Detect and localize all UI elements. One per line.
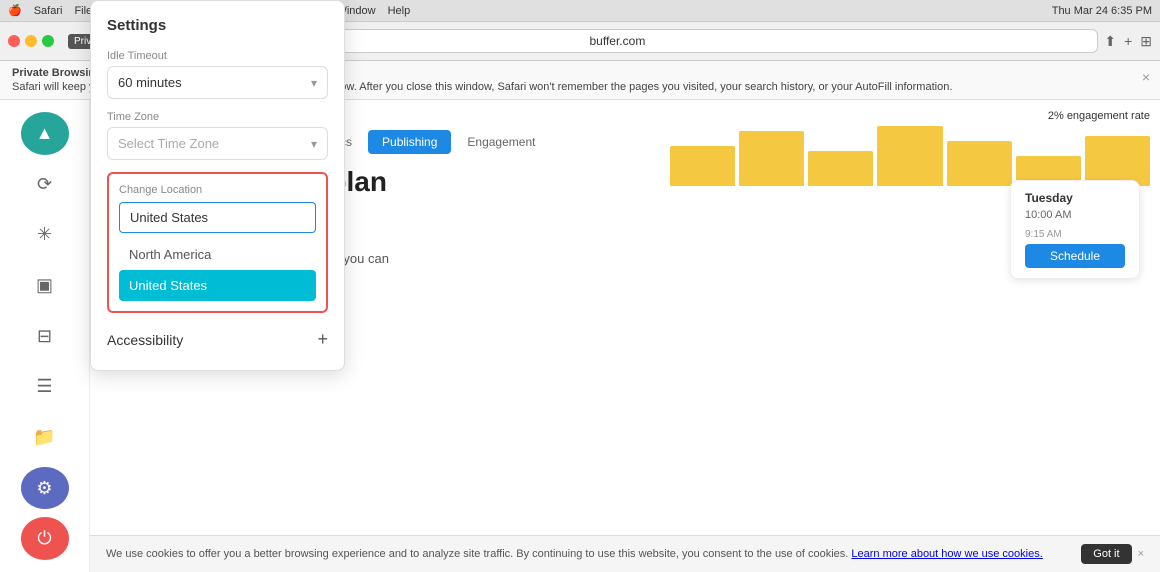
sidebar-icon-bug[interactable]: ✳ (21, 213, 69, 256)
timezone-chevron: ▾ (311, 137, 317, 151)
schedule-time1: 10:00 AM (1025, 209, 1125, 221)
private-banner-close[interactable]: × (1142, 69, 1150, 85)
accessibility-label: Accessibility (107, 332, 183, 348)
sidebar-icon-gear[interactable]: ⚙ (21, 467, 69, 510)
idle-timeout-label: Idle Timeout (107, 50, 328, 62)
bar-monday (670, 146, 735, 186)
datetime-display: Thu Mar 24 6:35 PM (1052, 5, 1152, 17)
location-selected-item[interactable]: United States (119, 270, 316, 301)
idle-timeout-dropdown[interactable]: 60 minutes ▾ (107, 66, 328, 99)
chart-bars (670, 126, 1150, 186)
location-search-input[interactable] (119, 202, 316, 233)
timezone-dropdown[interactable]: Select Time Zone ▾ (107, 127, 328, 160)
sidebar-icon-folder[interactable]: 📁 (21, 416, 69, 459)
engagement-label: 2% engagement rate (670, 110, 1150, 122)
schedule-card: Tuesday 10:00 AM 9:15 AM Schedule (1010, 180, 1140, 279)
schedule-button[interactable]: Schedule (1025, 244, 1125, 268)
browser-actions: ⬆ + ⊞ (1104, 33, 1152, 50)
cookie-close-icon[interactable]: × (1138, 548, 1144, 560)
timezone-label: Time Zone (107, 111, 328, 123)
mac-status-right: Thu Mar 24 6:35 PM (1052, 5, 1152, 17)
tab-engagement[interactable]: Engagement (453, 130, 549, 154)
idle-timeout-group: Idle Timeout 60 minutes ▾ (107, 50, 328, 99)
minimize-button[interactable] (25, 35, 37, 47)
accessibility-expand-icon[interactable]: + (317, 329, 328, 350)
safari-menu[interactable]: Safari (34, 5, 63, 17)
bar-tuesday (739, 131, 804, 186)
bar-thursday (877, 126, 942, 186)
bar-friday (947, 141, 1012, 186)
share-icon[interactable]: ⬆ (1104, 33, 1116, 50)
cookie-text: We use cookies to offer you a better bro… (106, 548, 1043, 560)
grid-icon[interactable]: ⊞ (1140, 33, 1152, 50)
sidebar-icon-monitor[interactable]: ☰ (21, 365, 69, 408)
timezone-group: Time Zone Select Time Zone ▾ (107, 111, 328, 160)
sidebar-icon-up[interactable]: ▲ (21, 112, 69, 155)
tab-publishing[interactable]: Publishing (368, 130, 451, 154)
sidebar: ▲ ⟳ ✳ ▣ ⊟ ☰ 📁 ⚙ ⏻ (0, 100, 90, 572)
close-button[interactable] (8, 35, 20, 47)
timezone-placeholder: Select Time Zone (118, 136, 219, 151)
maximize-button[interactable] (42, 35, 54, 47)
idle-timeout-chevron: ▾ (311, 76, 317, 90)
sidebar-icon-power[interactable]: ⏻ (21, 517, 69, 560)
cookie-banner: We use cookies to offer you a better bro… (90, 535, 1160, 572)
cookie-link[interactable]: Learn more about how we use cookies. (851, 548, 1042, 560)
idle-timeout-value: 60 minutes (118, 75, 182, 90)
accessibility-row: Accessibility + (107, 325, 328, 354)
change-location-label: Change Location (119, 184, 316, 196)
bar-sunday (1085, 136, 1150, 186)
schedule-day: Tuesday (1025, 191, 1125, 205)
sidebar-icon-sync[interactable]: ⟳ (21, 163, 69, 206)
help-menu[interactable]: Help (388, 5, 411, 17)
settings-panel: Settings Idle Timeout 60 minutes ▾ Time … (90, 0, 345, 371)
schedule-time2: 9:15 AM (1025, 229, 1125, 240)
apple-icon: 🍎 (8, 4, 22, 17)
traffic-lights (8, 35, 54, 47)
url-display: buffer.com (590, 34, 646, 48)
location-list-item-north-america[interactable]: North America (119, 241, 316, 268)
cookie-accept-button[interactable]: Got it (1081, 544, 1131, 564)
settings-title: Settings (107, 17, 328, 34)
bar-wednesday (808, 151, 873, 186)
new-tab-icon[interactable]: + (1124, 33, 1132, 50)
sidebar-icon-camera[interactable]: ▣ (21, 264, 69, 307)
sidebar-icon-copy[interactable]: ⊟ (21, 315, 69, 358)
change-location-section: Change Location North America United Sta… (107, 172, 328, 313)
cookie-actions: Got it × (1073, 544, 1144, 564)
